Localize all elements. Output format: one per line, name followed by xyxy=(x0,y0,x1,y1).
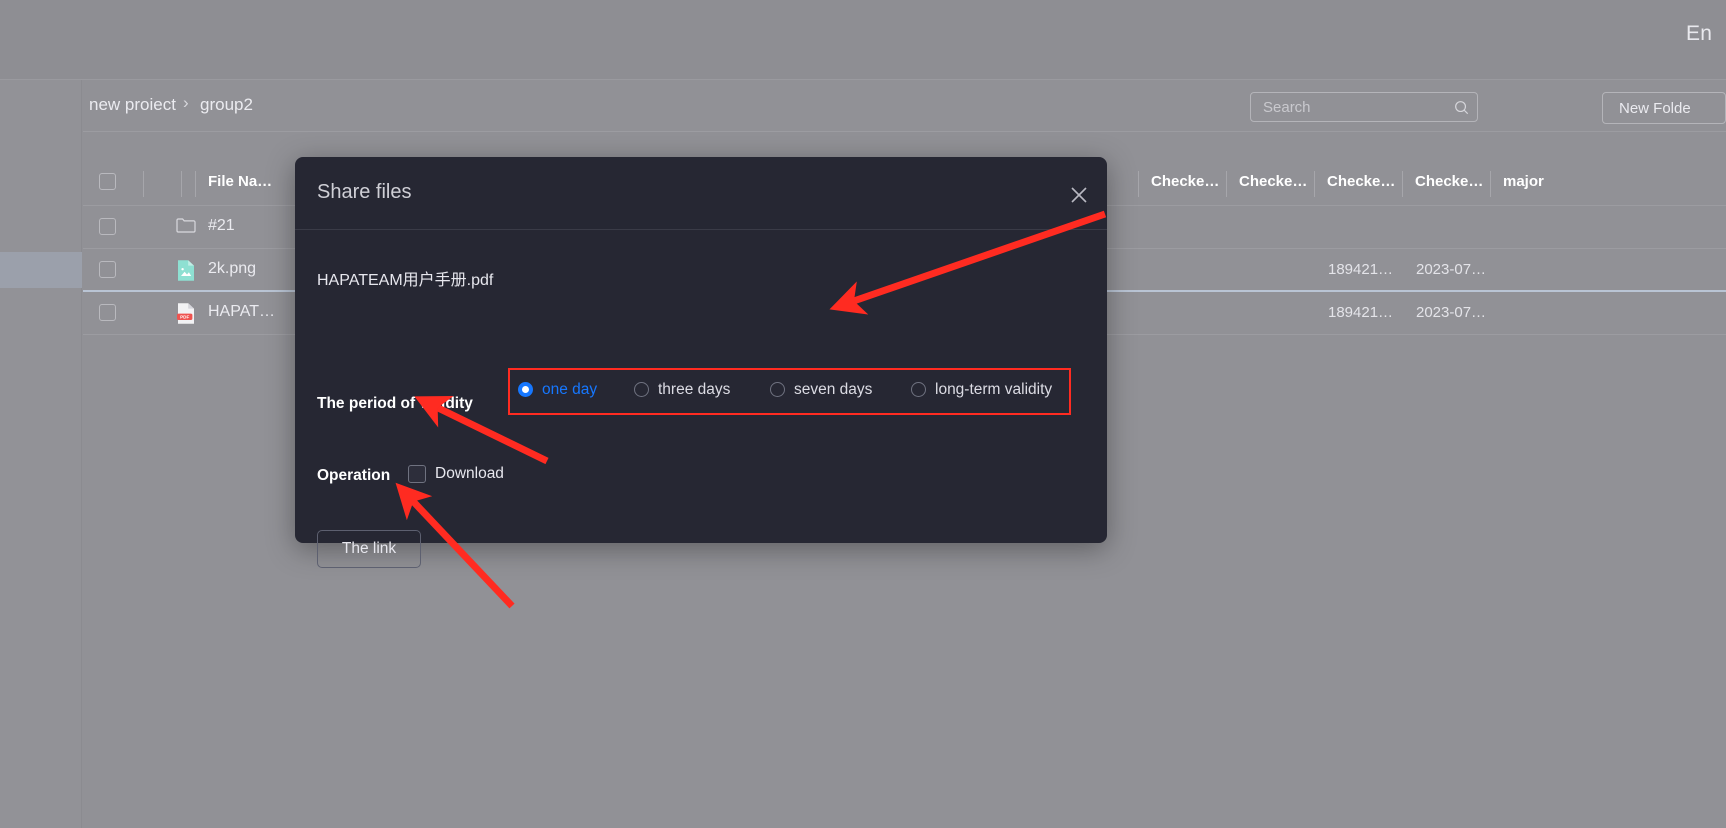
share-files-dialog: Share files HAPATEAM用户手册.pdf The period … xyxy=(295,157,1107,568)
checked-value-cell: 189421… xyxy=(1328,304,1394,321)
dialog-body: HAPATEAM用户手册.pdf The period of validity … xyxy=(295,230,1107,568)
file-name-cell[interactable]: HAPAT… xyxy=(208,303,275,321)
app-root: En new proiect › group2 Search New Folde xyxy=(0,0,1726,828)
search-placeholder: Search xyxy=(1263,99,1311,116)
svg-text:PDF: PDF xyxy=(180,315,189,320)
column-divider xyxy=(1226,171,1227,197)
column-header-checked-3[interactable]: Checke… xyxy=(1327,173,1395,190)
radio-label: three days xyxy=(658,381,731,398)
row-checkbox[interactable] xyxy=(99,304,116,321)
search-icon[interactable] xyxy=(1454,100,1469,115)
breadcrumb-item-group[interactable]: group2 xyxy=(200,95,253,115)
breadcrumb-item-project[interactable]: new proiect xyxy=(89,95,176,115)
radio-label: one day xyxy=(542,381,598,398)
column-divider xyxy=(1490,171,1491,197)
breadcrumb-separator-icon: › xyxy=(183,93,189,112)
checked-date-cell: 2023-07… xyxy=(1416,261,1487,278)
the-link-button[interactable]: The link xyxy=(317,530,421,568)
sidebar-active-item[interactable] xyxy=(0,252,82,288)
radio-dot-icon[interactable] xyxy=(911,382,926,397)
shared-file-name: HAPATEAM用户手册.pdf xyxy=(317,272,494,289)
column-divider xyxy=(181,171,182,197)
radio-label: seven days xyxy=(794,381,873,398)
close-icon[interactable] xyxy=(1067,183,1091,207)
column-divider xyxy=(143,171,144,197)
column-divider xyxy=(1314,171,1315,197)
radio-label: long-term validity xyxy=(935,381,1053,398)
file-name-cell[interactable]: 2k.png xyxy=(208,260,256,278)
new-folder-button[interactable]: New Folde xyxy=(1602,92,1726,124)
operation-label: Operation xyxy=(317,467,391,484)
column-header-checked-4[interactable]: Checke… xyxy=(1415,173,1483,190)
validity-label: The period of validity xyxy=(317,395,473,412)
dialog-title: Share files xyxy=(317,181,412,203)
search-input[interactable]: Search xyxy=(1250,92,1478,122)
dialog-header: Share files xyxy=(295,157,1107,230)
image-file-icon xyxy=(176,259,196,281)
file-name-cell[interactable]: #21 xyxy=(208,217,235,235)
row-checkbox[interactable] xyxy=(99,261,116,278)
radio-dot-icon[interactable] xyxy=(634,382,649,397)
column-divider xyxy=(1138,171,1139,197)
language-switcher[interactable]: En xyxy=(1686,22,1720,46)
radio-dot-icon[interactable] xyxy=(770,382,785,397)
row-checkbox[interactable] xyxy=(99,218,116,235)
folder-icon xyxy=(176,216,196,238)
column-header-major[interactable]: major xyxy=(1503,173,1544,190)
column-divider xyxy=(1402,171,1403,197)
download-checkbox[interactable] xyxy=(408,465,426,483)
radio-dot-icon[interactable] xyxy=(518,382,533,397)
the-link-button-label: The link xyxy=(341,540,397,557)
column-header-checked-1[interactable]: Checke… xyxy=(1151,173,1219,190)
sidebar xyxy=(0,80,82,828)
top-bar: En xyxy=(0,0,1726,80)
checked-date-cell: 2023-07… xyxy=(1416,304,1487,321)
pdf-file-icon: PDF xyxy=(176,302,196,324)
breadcrumb-bar: new proiect › group2 Search New Folde xyxy=(83,80,1726,132)
validity-radio-group[interactable]: one day three days seven days long-term … xyxy=(508,368,1071,415)
column-divider xyxy=(195,171,196,197)
column-header-file-name[interactable]: File Na… xyxy=(208,173,272,190)
new-folder-label: New Folde xyxy=(1619,100,1691,117)
checked-value-cell: 189421… xyxy=(1328,261,1394,278)
column-header-checked-2[interactable]: Checke… xyxy=(1239,173,1307,190)
download-label: Download xyxy=(435,465,504,482)
select-all-checkbox[interactable] xyxy=(99,173,116,190)
